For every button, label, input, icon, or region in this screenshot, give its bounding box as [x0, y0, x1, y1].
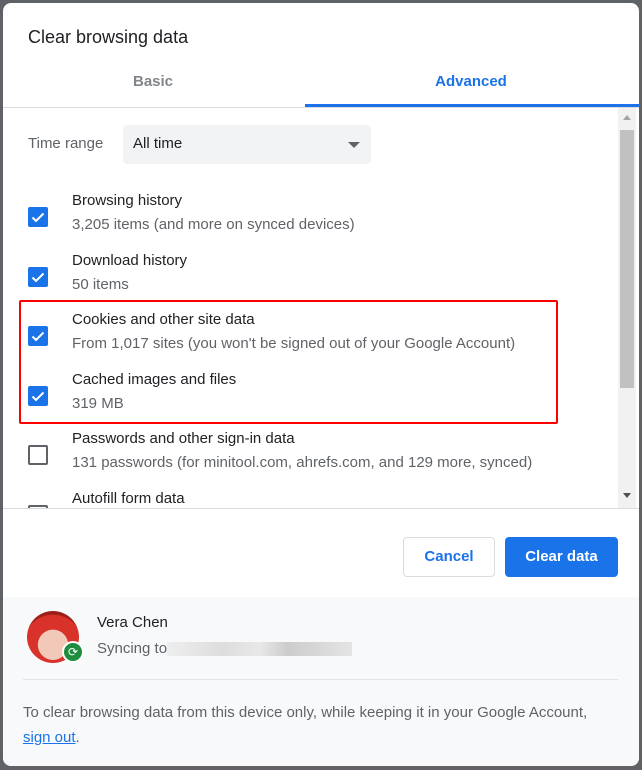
item-subtitle: 3,205 items (and more on synced devices) [72, 216, 355, 233]
scrollbar-thumb[interactable] [620, 130, 634, 388]
cancel-button[interactable]: Cancel [403, 537, 495, 577]
highlight-box [19, 300, 558, 424]
account-name: Vera Chen [97, 614, 168, 631]
checkmark-icon [31, 272, 45, 282]
sign-out-note: To clear browsing data from this device … [23, 700, 603, 750]
sync-icon: ⟳ [62, 641, 84, 663]
item-title: Autofill form data [72, 489, 185, 507]
item-subtitle: 50 items [72, 275, 129, 293]
account-footer: ⟳ Vera Chen Syncing to To clear browsing… [3, 597, 639, 766]
item-title: Passwords and other sign-in data [72, 430, 295, 447]
item-subtitle: 131 passwords (for minitool.com, ahrefs.… [72, 454, 533, 471]
checkbox-item[interactable]: Autofill form data [3, 489, 603, 508]
data-types-list: Time range All time Browsing history 3,2… [3, 108, 639, 508]
time-range-select[interactable]: All time [123, 125, 371, 164]
checkmark-icon [31, 212, 45, 223]
item-title: Browsing history [72, 192, 183, 209]
checkbox[interactable] [28, 445, 48, 465]
divider [23, 679, 618, 680]
item-title: Download history [72, 251, 188, 269]
clear-data-button[interactable]: Clear data [505, 537, 618, 577]
time-range-label: Time range [28, 135, 104, 152]
checkbox-item[interactable]: Passwords and other sign-in data 131 pas… [3, 430, 603, 486]
dialog-title: Clear browsing data [28, 27, 189, 47]
checkbox[interactable] [28, 207, 48, 227]
scrollbar[interactable] [618, 108, 636, 508]
time-range-value: All time [133, 135, 183, 152]
redacted-email [167, 642, 353, 657]
note-text: To clear browsing data from this device … [23, 704, 588, 721]
tab-advanced[interactable]: Advanced [305, 73, 637, 90]
sync-prefix: Syncing to [97, 640, 168, 657]
sync-status: Syncing to [97, 640, 353, 657]
dropdown-arrow-icon [348, 142, 360, 148]
note-end: . [75, 729, 80, 746]
clear-browsing-data-dialog: Clear browsing data Basic Advanced Time … [3, 3, 639, 766]
scroll-down-arrow-icon[interactable] [623, 493, 631, 498]
scroll-up-arrow-icon[interactable] [623, 115, 631, 120]
checkbox[interactable] [28, 266, 48, 287]
tab-basic[interactable]: Basic [3, 73, 303, 90]
sign-out-link[interactable]: sign out [23, 729, 76, 746]
divider [3, 508, 639, 509]
checkbox-item[interactable]: Browsing history 3,205 items (and more o… [3, 192, 603, 248]
